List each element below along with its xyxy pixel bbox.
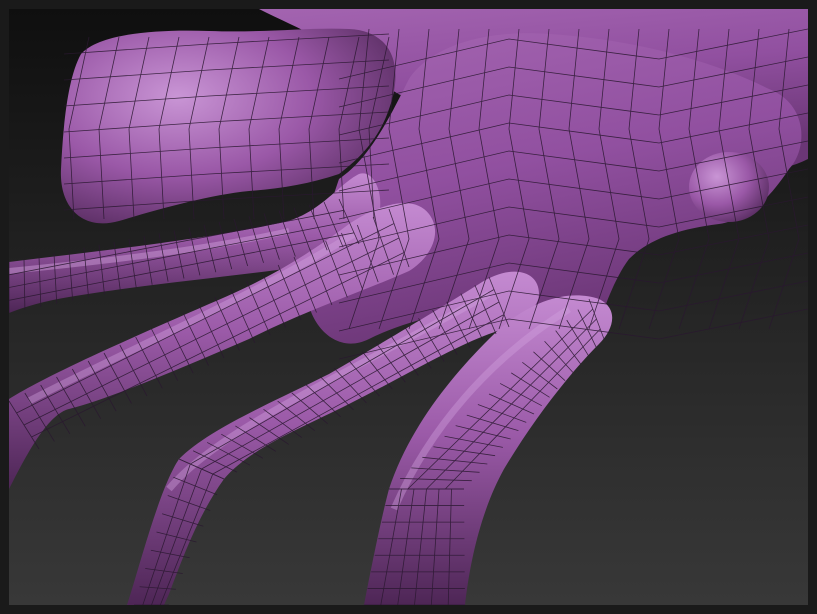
3d-viewport[interactable] [9, 9, 808, 605]
window-frame [0, 0, 817, 614]
sculpt-canvas[interactable] [9, 9, 808, 605]
